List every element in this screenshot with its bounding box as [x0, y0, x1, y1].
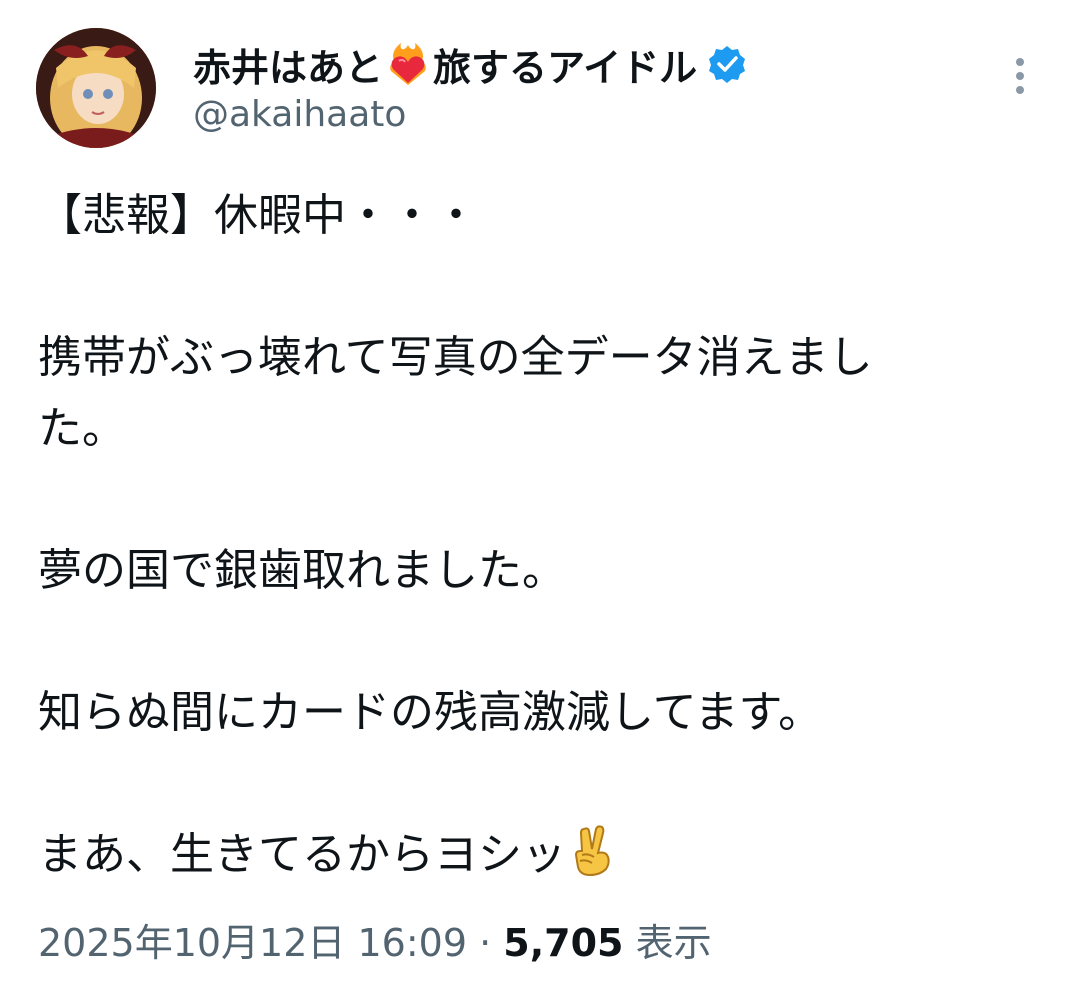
views-count[interactable]: 5,705 — [503, 921, 623, 965]
avatar-image — [36, 28, 156, 148]
tweet-line: まあ、生きてるからヨシッ — [38, 829, 566, 880]
user-name-row[interactable]: 赤井はあと 旅するアイドル — [193, 36, 747, 92]
victory-hand-icon — [570, 825, 618, 877]
tweet-line: 携帯がぶっ壊れて写真の全データ消えまし — [38, 332, 873, 383]
tweet-line: た。 — [38, 403, 126, 454]
tweet-line-break — [38, 748, 1048, 819]
meta-separator: · — [479, 921, 492, 965]
tweet-line: 【悲報】休暇中・・・ — [38, 190, 478, 241]
verified-badge-icon — [707, 44, 747, 84]
more-options-button[interactable] — [1000, 52, 1040, 100]
user-handle[interactable]: @akaihaato — [193, 94, 406, 135]
flaming-heart-icon — [385, 41, 431, 87]
views-label: 表示 — [635, 921, 712, 965]
tweet: 赤井はあと 旅するアイドル @akaihaato 【悲報】休暇中・・・ 携帯がぶ… — [0, 0, 1080, 991]
more-options-icon — [1016, 58, 1024, 94]
tweet-last-line: まあ、生きてるからヨシッ — [38, 819, 1048, 890]
tweet-line-break — [38, 464, 1048, 535]
tweet-line-break — [38, 606, 1048, 677]
display-name-prefix[interactable]: 赤井はあと — [193, 37, 383, 92]
tweet-line: 知らぬ間にカードの残高激減してます。 — [38, 687, 823, 738]
display-name-suffix[interactable]: 旅するアイドル — [433, 37, 697, 92]
avatar[interactable] — [36, 28, 156, 148]
tweet-line-break — [38, 251, 1048, 322]
tweet-text: 【悲報】休暇中・・・ 携帯がぶっ壊れて写真の全データ消えまし た。 夢の国で銀歯… — [38, 180, 1048, 890]
tweet-line: 夢の国で銀歯取れました。 — [38, 545, 566, 596]
tweet-meta: 2025年10月12日 16:09 · 5,705 表示 — [38, 912, 712, 967]
tweet-timestamp[interactable]: 2025年10月12日 16:09 — [38, 921, 467, 965]
